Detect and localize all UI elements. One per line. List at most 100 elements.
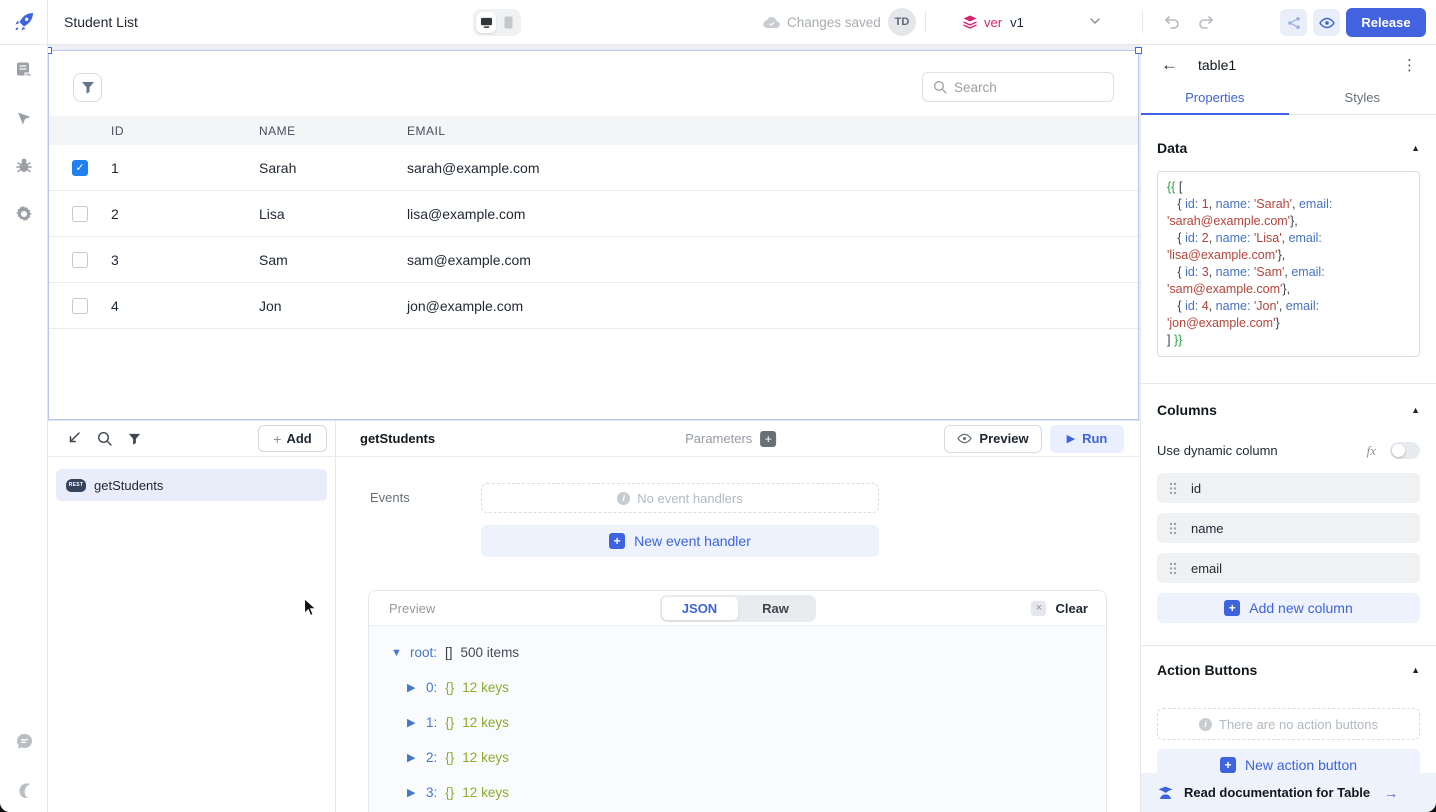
columns-section-title: Columns bbox=[1157, 402, 1217, 418]
debugger-bug-icon[interactable] bbox=[14, 156, 34, 176]
kebab-menu-icon[interactable]: ⋮ bbox=[1402, 56, 1418, 74]
undo-button[interactable] bbox=[1160, 11, 1184, 33]
search-queries-icon[interactable] bbox=[97, 431, 112, 446]
tree-type: {} bbox=[445, 715, 454, 730]
cell-email: sarah@example.com bbox=[397, 160, 1138, 176]
drag-handle-icon[interactable] bbox=[1169, 482, 1177, 495]
table-search[interactable] bbox=[922, 72, 1114, 102]
drag-handle-icon[interactable] bbox=[1169, 562, 1177, 575]
run-label: Run bbox=[1082, 431, 1107, 446]
column-item-name[interactable]: name bbox=[1157, 513, 1420, 543]
canvas: ID NAME EMAIL ✓ 1 Sarah sarah@example.co… bbox=[48, 45, 1140, 420]
version-selector[interactable]: ver v1 bbox=[962, 0, 1024, 44]
caret-down-icon[interactable]: ▼ bbox=[391, 647, 402, 659]
row-checkbox[interactable] bbox=[72, 298, 88, 314]
release-button[interactable]: Release bbox=[1346, 8, 1426, 37]
caret-right-icon[interactable]: ▶ bbox=[407, 751, 418, 764]
tree-item-row[interactable]: ▶ 3: {} 12 keys bbox=[391, 775, 1106, 810]
dark-mode-moon-icon[interactable] bbox=[14, 779, 34, 799]
new-event-handler-button[interactable]: + New event handler bbox=[481, 525, 879, 557]
tree-meta: 12 keys bbox=[462, 785, 509, 800]
plus-icon: + bbox=[765, 432, 772, 446]
table-widget[interactable]: ID NAME EMAIL ✓ 1 Sarah sarah@example.co… bbox=[48, 50, 1139, 420]
dynamic-column-toggle[interactable] bbox=[1390, 442, 1420, 459]
collapse-icon[interactable]: ▲ bbox=[1411, 405, 1420, 415]
add-new-column-button[interactable]: + Add new column bbox=[1157, 593, 1420, 623]
row-checkbox[interactable] bbox=[72, 206, 88, 222]
resize-handle-top-right[interactable] bbox=[1135, 47, 1142, 54]
add-new-column-label: Add new column bbox=[1249, 600, 1353, 616]
cell-id: 4 bbox=[101, 298, 249, 314]
drag-handle-icon[interactable] bbox=[1169, 522, 1177, 535]
column-item-email[interactable]: email bbox=[1157, 553, 1420, 583]
settings-gear-icon[interactable] bbox=[14, 204, 34, 224]
funnel-icon bbox=[81, 81, 95, 94]
widget-name[interactable]: table1 bbox=[1198, 57, 1236, 73]
query-list-item-getstudents[interactable]: REST getStudents bbox=[56, 469, 327, 501]
tree-item-row[interactable]: ▶ 1: {} 12 keys bbox=[391, 705, 1106, 740]
table-row[interactable]: 3 Sam sam@example.com bbox=[49, 237, 1138, 283]
documentation-label: Read documentation for Table bbox=[1184, 785, 1370, 800]
tree-type: [] bbox=[445, 645, 453, 660]
app-logo[interactable] bbox=[0, 0, 48, 44]
table-row[interactable]: ✓ 1 Sarah sarah@example.com bbox=[49, 145, 1138, 191]
add-parameter-button[interactable]: + bbox=[760, 431, 776, 447]
app-preview-button[interactable] bbox=[1313, 9, 1340, 36]
column-item-id[interactable]: id bbox=[1157, 473, 1420, 503]
arrow-right-icon: → bbox=[1384, 785, 1398, 801]
redo-button[interactable] bbox=[1194, 11, 1218, 33]
inspector-cursor-icon[interactable] bbox=[14, 108, 34, 128]
collapse-icon[interactable]: ▲ bbox=[1411, 143, 1420, 153]
run-query-button[interactable]: ▶ Run bbox=[1050, 425, 1124, 453]
clear-group[interactable]: × Clear bbox=[1031, 601, 1088, 616]
share-button[interactable] bbox=[1280, 9, 1307, 36]
search-input[interactable] bbox=[954, 80, 1084, 95]
json-tree: ▼ root: [] 500 items ▶ 0: {} 12 keys ▶ 1… bbox=[369, 626, 1106, 812]
desktop-toggle[interactable] bbox=[476, 12, 496, 33]
actions-section-title: Action Buttons bbox=[1157, 662, 1257, 678]
row-checkbox[interactable]: ✓ bbox=[72, 160, 88, 176]
rocket-icon bbox=[12, 10, 36, 34]
events-label: Events bbox=[370, 483, 481, 557]
clear-label: Clear bbox=[1055, 601, 1088, 616]
tree-item-row[interactable]: ▶ 2: {} 12 keys bbox=[391, 740, 1106, 775]
tab-raw[interactable]: Raw bbox=[738, 597, 814, 620]
info-icon: i bbox=[1199, 718, 1212, 731]
table-filter-button[interactable] bbox=[73, 73, 102, 102]
add-query-button[interactable]: + Add bbox=[258, 425, 327, 452]
collapse-icon[interactable]: ▲ bbox=[1411, 665, 1420, 675]
column-header-id[interactable]: ID bbox=[101, 124, 249, 138]
collapse-panel-icon[interactable] bbox=[66, 431, 81, 446]
mobile-toggle[interactable] bbox=[498, 12, 518, 33]
layers-icon bbox=[962, 14, 978, 30]
table-row[interactable]: 2 Lisa lisa@example.com bbox=[49, 191, 1138, 237]
tab-styles[interactable]: Styles bbox=[1289, 85, 1436, 114]
query-preview-button[interactable]: Preview bbox=[944, 425, 1042, 453]
comments-icon[interactable] bbox=[14, 731, 34, 751]
column-header-name[interactable]: NAME bbox=[249, 124, 397, 138]
caret-right-icon[interactable]: ▶ bbox=[407, 681, 418, 694]
tree-type: {} bbox=[445, 680, 454, 695]
column-header-email[interactable]: EMAIL bbox=[397, 124, 1138, 138]
tree-item-row[interactable]: ▶ 0: {} 12 keys bbox=[391, 670, 1106, 705]
chevron-down-icon[interactable] bbox=[1088, 14, 1102, 28]
tab-json[interactable]: JSON bbox=[662, 597, 738, 620]
inspector-panel: ← table1 ⋮ Properties Styles Data ▲ {{ [… bbox=[1140, 45, 1436, 812]
documentation-link[interactable]: Read documentation for Table → bbox=[1141, 773, 1436, 812]
data-code-editor[interactable]: {{ [ { id: 1, name: 'Sarah', email: 'sar… bbox=[1157, 171, 1420, 357]
inspector-content: Data ▲ {{ [ { id: 1, name: 'Sarah', emai… bbox=[1141, 116, 1436, 812]
tab-properties[interactable]: Properties bbox=[1141, 85, 1289, 114]
caret-right-icon[interactable]: ▶ bbox=[407, 716, 418, 729]
fx-icon[interactable]: fx bbox=[1367, 443, 1376, 459]
row-checkbox[interactable] bbox=[72, 252, 88, 268]
clear-x-icon: × bbox=[1031, 601, 1046, 616]
caret-right-icon[interactable]: ▶ bbox=[407, 786, 418, 799]
user-avatar[interactable]: TD bbox=[888, 8, 916, 36]
back-arrow-icon[interactable]: ← bbox=[1161, 55, 1181, 75]
pages-icon[interactable] bbox=[14, 60, 34, 80]
filter-queries-icon[interactable] bbox=[128, 433, 141, 445]
tree-meta: 12 keys bbox=[462, 750, 509, 765]
search-icon bbox=[933, 80, 947, 94]
tree-root-row[interactable]: ▼ root: [] 500 items bbox=[391, 635, 1106, 670]
table-row[interactable]: 4 Jon jon@example.com bbox=[49, 283, 1138, 329]
